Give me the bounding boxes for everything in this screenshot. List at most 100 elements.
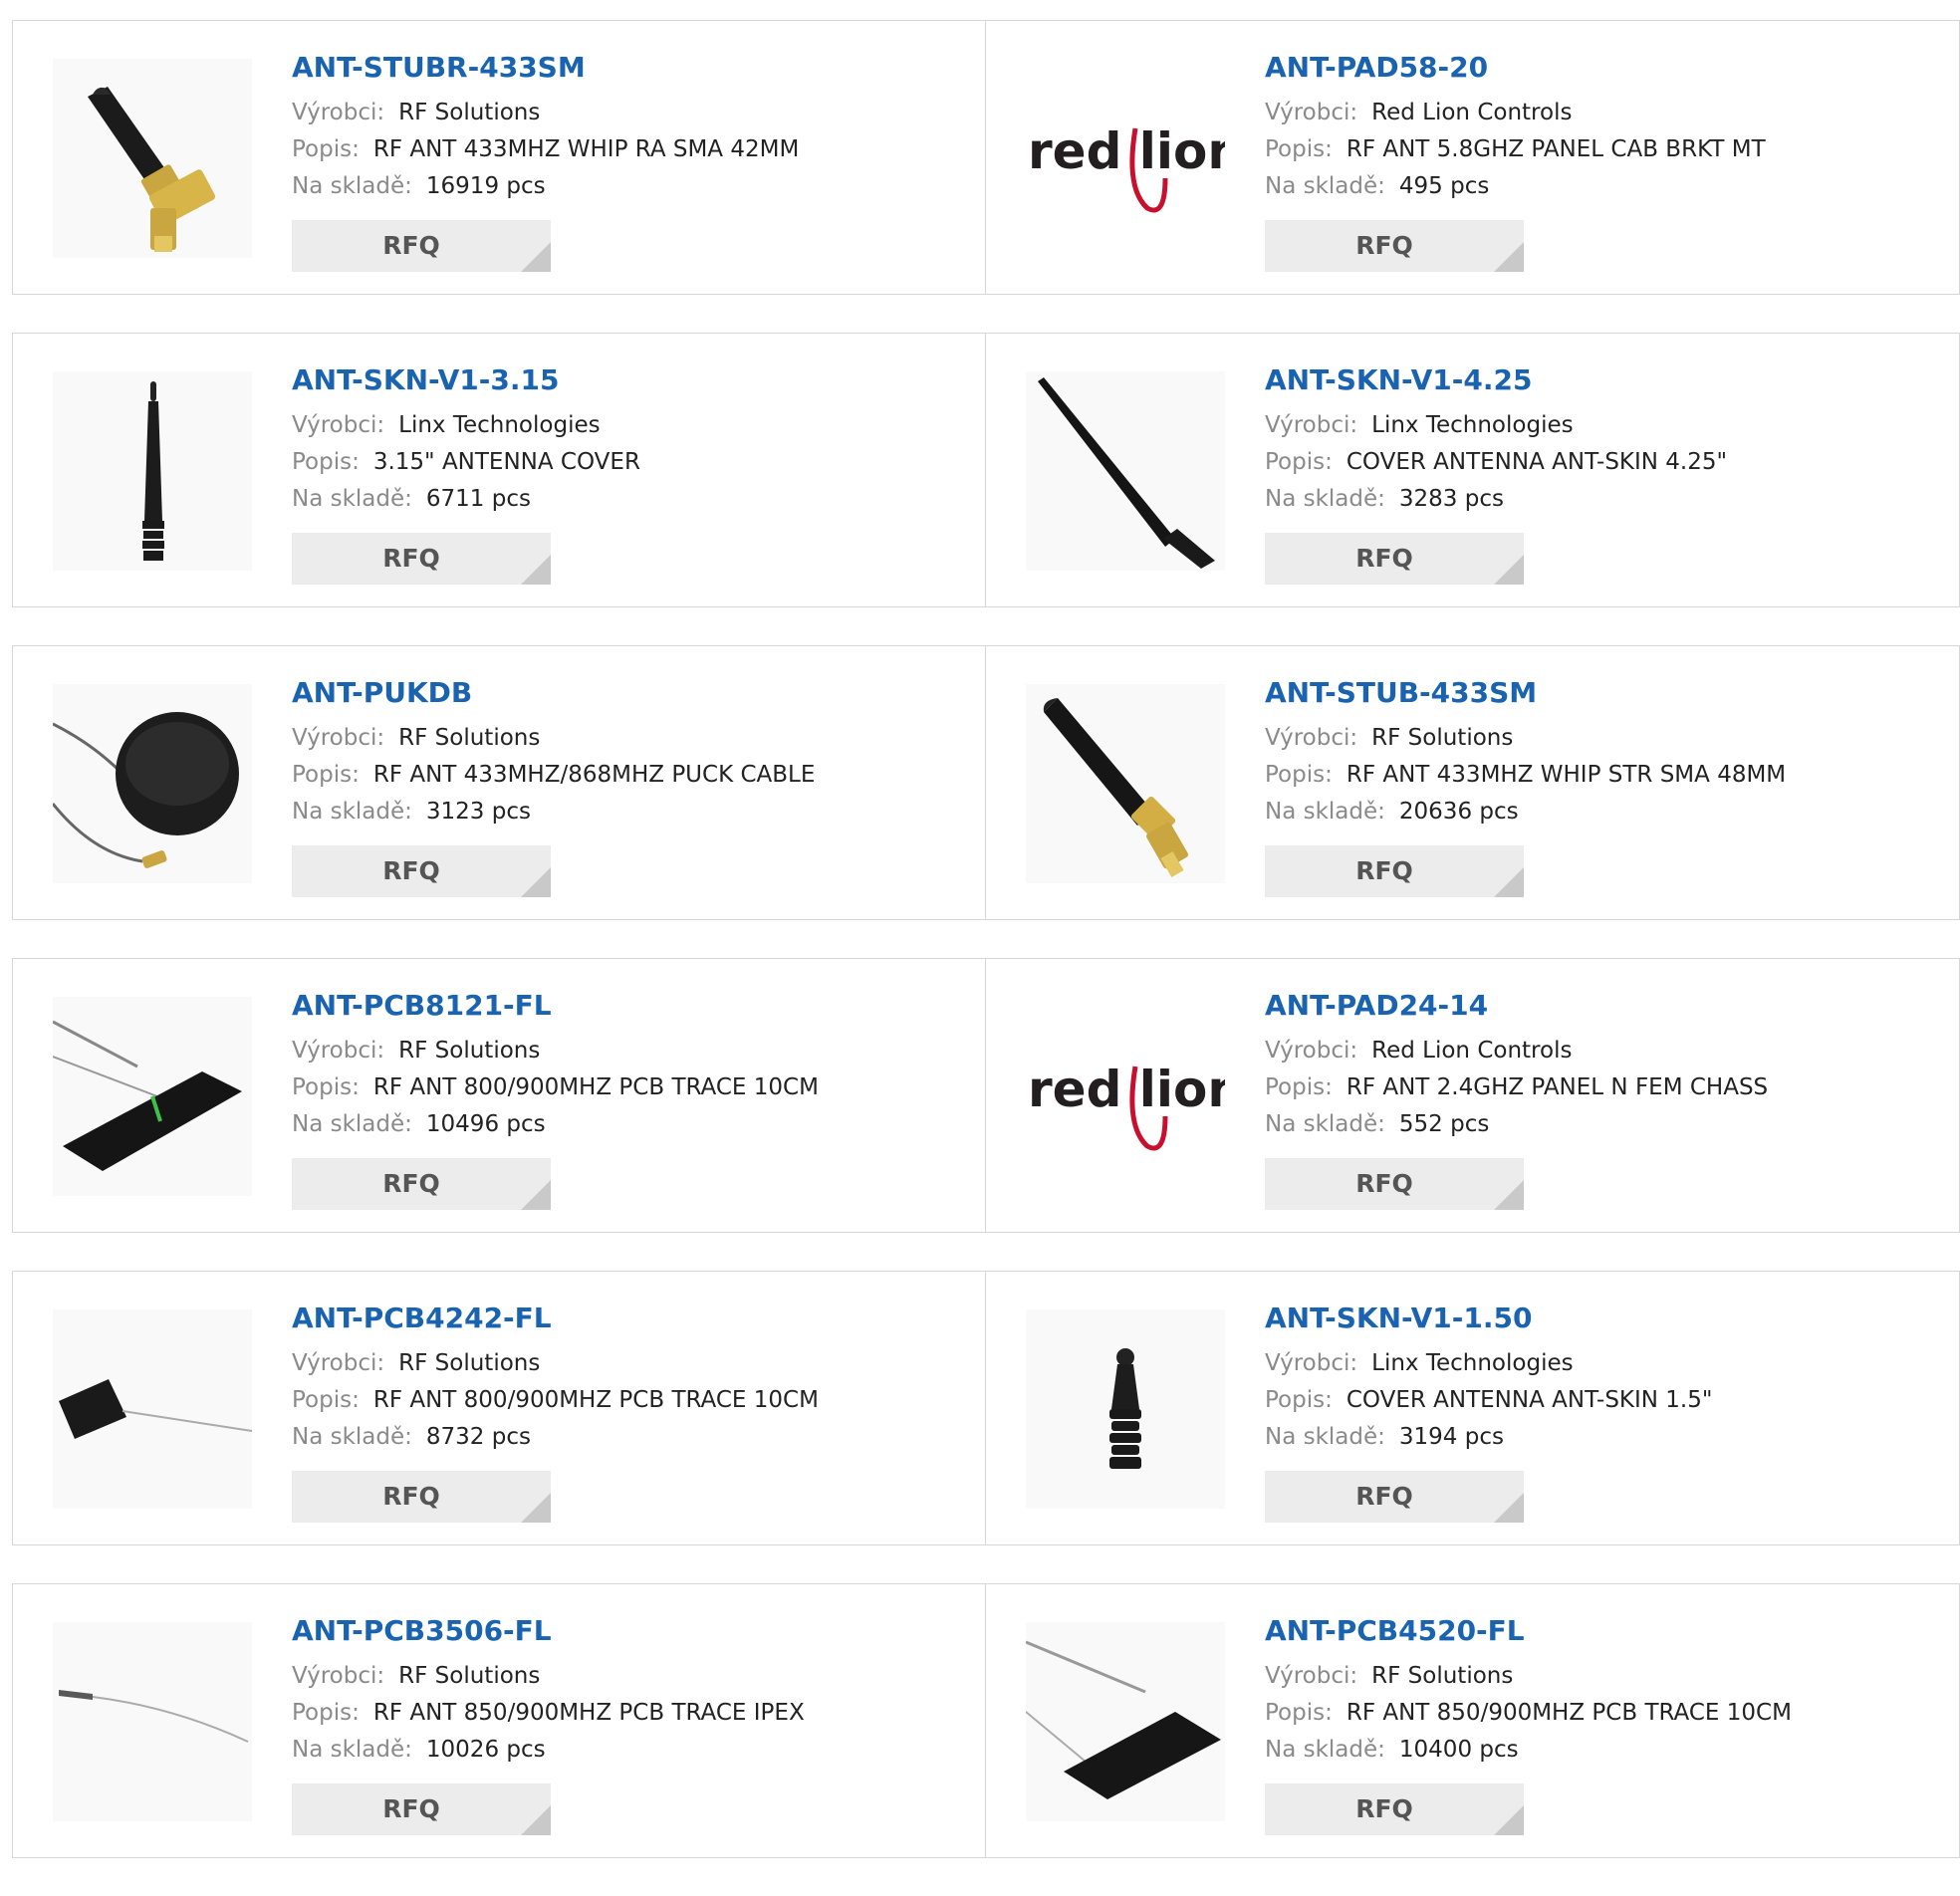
description-line: Popis: RF ANT 800/900MHZ PCB TRACE 10CM	[292, 1069, 819, 1106]
rfq-button-label: RFQ	[382, 1482, 440, 1511]
product-part-number-link[interactable]: ANT-PCB4242-FL	[292, 1302, 819, 1335]
svg-text:red lion: red lion	[1028, 1061, 1225, 1118]
stock-value: 3194 pcs	[1398, 1424, 1504, 1450]
product-card: ANT-PUKDB Výrobci: RF Solutions Popis: RF …	[12, 646, 986, 919]
product-part-number-link[interactable]: ANT-SKN-V1-1.50	[1265, 1302, 1712, 1335]
product-image[interactable]	[53, 684, 252, 883]
rfq-button[interactable]: RFQ	[292, 1471, 551, 1523]
rfq-button-label: RFQ	[1355, 544, 1413, 573]
product-info: ANT-PCB8121-FL Výrobci: RF Solutions Popi…	[292, 989, 819, 1143]
stock-value: 495 pcs	[1398, 173, 1490, 199]
product-part-number-link[interactable]: ANT-PCB3506-FL	[292, 1614, 805, 1648]
product-info: ANT-PAD58-20 Výrobci: Red Lion Controls P…	[1265, 51, 1766, 205]
manufacturer-label: Výrobci:	[292, 100, 385, 125]
product-card: ANT-SKN-V1-4.25 Výrobci: Linx Technologie…	[986, 334, 1960, 606]
manufacturer-label: Výrobci:	[292, 725, 385, 751]
manufacturer-value: RF Solutions	[398, 725, 541, 751]
product-image[interactable]	[1026, 684, 1225, 883]
rfq-button-label: RFQ	[382, 231, 440, 260]
product-part-number-link[interactable]: ANT-PUKDB	[292, 676, 815, 710]
manufacturer-line: Výrobci: RF Solutions	[1265, 720, 1786, 757]
description-value: RF ANT 5.8GHZ PANEL CAB BRKT MT	[1346, 136, 1766, 162]
corner-triangle-icon	[1494, 555, 1524, 585]
product-info: ANT-PCB4520-FL Výrobci: RF Solutions Popi…	[1265, 1614, 1792, 1769]
stock-line: Na skladě: 495 pcs	[1265, 168, 1766, 205]
product-image[interactable]	[53, 371, 252, 571]
rfq-button[interactable]: RFQ	[292, 533, 551, 585]
manufacturer-value: RF Solutions	[398, 100, 541, 125]
product-row: ANT-PCB4242-FL Výrobci: RF Solutions Popi…	[12, 1271, 1960, 1545]
description-line: Popis: RF ANT 5.8GHZ PANEL CAB BRKT MT	[1265, 131, 1766, 168]
stock-value: 16919 pcs	[425, 173, 546, 199]
product-part-number-link[interactable]: ANT-SKN-V1-4.25	[1265, 363, 1727, 397]
manufacturer-value: Linx Technologies	[1371, 1350, 1574, 1376]
description-label: Popis:	[1265, 449, 1333, 475]
manufacturer-label: Výrobci:	[1265, 1038, 1358, 1064]
stock-line: Na skladě: 8732 pcs	[292, 1419, 819, 1456]
manufacturer-value: Linx Technologies	[1371, 412, 1574, 438]
product-part-number-link[interactable]: ANT-PAD24-14	[1265, 989, 1768, 1023]
stock-value: 10026 pcs	[425, 1737, 546, 1763]
description-line: Popis: 3.15" ANTENNA COVER	[292, 444, 640, 481]
rfq-button[interactable]: RFQ	[1265, 1783, 1524, 1835]
description-label: Popis:	[292, 136, 360, 162]
product-info: ANT-STUB-433SM Výrobci: RF Solutions Popi…	[1265, 676, 1786, 830]
product-image[interactable]: red lion	[1026, 59, 1225, 258]
rfq-button[interactable]: RFQ	[1265, 845, 1524, 897]
corner-triangle-icon	[1494, 1805, 1524, 1835]
description-value: COVER ANTENNA ANT-SKIN 1.5"	[1346, 1387, 1713, 1413]
stock-label: Na skladě:	[1265, 1111, 1385, 1137]
rfq-button[interactable]: RFQ	[292, 220, 551, 272]
rfq-button[interactable]: RFQ	[1265, 220, 1524, 272]
product-image[interactable]: red lion	[1026, 997, 1225, 1196]
manufacturer-label: Výrobci:	[1265, 412, 1358, 438]
rfq-button[interactable]: RFQ	[292, 845, 551, 897]
product-image[interactable]	[53, 59, 252, 258]
product-image[interactable]	[1026, 371, 1225, 571]
description-line: Popis: RF ANT 850/900MHZ PCB TRACE IPEX	[292, 1695, 805, 1732]
rfq-button-label: RFQ	[382, 1794, 440, 1823]
description-line: Popis: COVER ANTENNA ANT-SKIN 4.25"	[1265, 444, 1727, 481]
product-card: ANT-PCB8121-FL Výrobci: RF Solutions Popi…	[12, 959, 986, 1232]
product-part-number-link[interactable]: ANT-PCB8121-FL	[292, 989, 819, 1023]
manufacturer-line: Výrobci: RF Solutions	[292, 720, 815, 757]
description-value: RF ANT 850/900MHZ PCB TRACE IPEX	[372, 1700, 805, 1726]
rfq-button[interactable]: RFQ	[1265, 533, 1524, 585]
product-card: ANT-SKN-V1-3.15 Výrobci: Linx Technologie…	[12, 334, 986, 606]
manufacturer-label: Výrobci:	[292, 412, 385, 438]
description-line: Popis: COVER ANTENNA ANT-SKIN 1.5"	[1265, 1382, 1712, 1419]
rfq-button-label: RFQ	[1355, 856, 1413, 885]
rfq-button[interactable]: RFQ	[292, 1158, 551, 1210]
description-line: Popis: RF ANT 433MHZ/868MHZ PUCK CABLE	[292, 757, 815, 794]
svg-text:red lion: red lion	[1028, 122, 1225, 180]
stock-label: Na skladě:	[1265, 486, 1385, 512]
product-image[interactable]	[53, 1309, 252, 1509]
stock-line: Na skladě: 3123 pcs	[292, 794, 815, 830]
product-image[interactable]	[53, 997, 252, 1196]
product-part-number-link[interactable]: ANT-SKN-V1-3.15	[292, 363, 640, 397]
rfq-button-label: RFQ	[1355, 1169, 1413, 1198]
product-part-number-link[interactable]: ANT-STUBR-433SM	[292, 51, 799, 85]
product-part-number-link[interactable]: ANT-PCB4520-FL	[1265, 1614, 1792, 1648]
product-image[interactable]	[1026, 1622, 1225, 1821]
corner-triangle-icon	[521, 867, 551, 897]
corner-triangle-icon	[521, 555, 551, 585]
product-image[interactable]	[53, 1622, 252, 1821]
rfq-button[interactable]: RFQ	[292, 1783, 551, 1835]
description-value: RF ANT 433MHZ WHIP STR SMA 48MM	[1346, 762, 1787, 788]
rfq-button-label: RFQ	[382, 856, 440, 885]
rfq-button[interactable]: RFQ	[1265, 1158, 1524, 1210]
product-info: ANT-PUKDB Výrobci: RF Solutions Popis: RF …	[292, 676, 815, 830]
product-row: ANT-PCB8121-FL Výrobci: RF Solutions Popi…	[12, 958, 1960, 1233]
corner-triangle-icon	[1494, 867, 1524, 897]
product-part-number-link[interactable]: ANT-PAD58-20	[1265, 51, 1766, 85]
rfq-button[interactable]: RFQ	[1265, 1471, 1524, 1523]
rfq-button-label: RFQ	[1355, 1482, 1413, 1511]
stock-value: 10400 pcs	[1398, 1737, 1519, 1763]
product-info: ANT-SKN-V1-1.50 Výrobci: Linx Technologie…	[1265, 1302, 1712, 1456]
stock-value: 3123 pcs	[425, 799, 531, 825]
product-part-number-link[interactable]: ANT-STUB-433SM	[1265, 676, 1786, 710]
stock-label: Na skladě:	[292, 1424, 412, 1450]
manufacturer-label: Výrobci:	[1265, 725, 1358, 751]
product-image[interactable]	[1026, 1309, 1225, 1509]
